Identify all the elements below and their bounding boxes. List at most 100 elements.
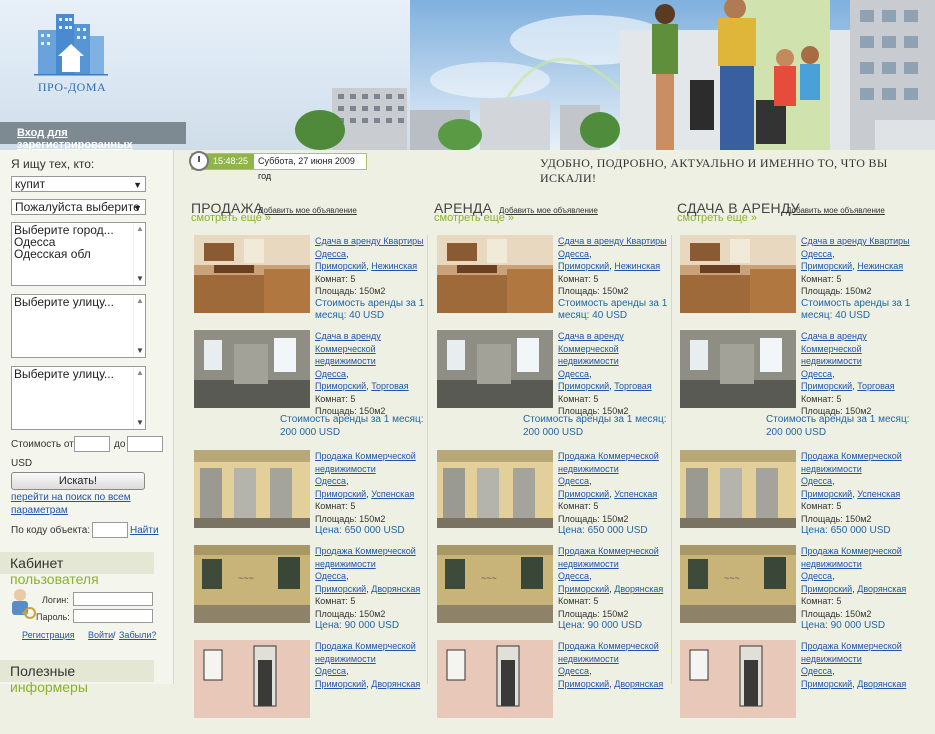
forgot-link[interactable]: Забыли? <box>119 630 156 640</box>
listing-district-link[interactable]: Приморский <box>558 381 609 391</box>
listing-street-link[interactable]: Успенская <box>614 489 657 499</box>
listing-photo[interactable] <box>437 330 553 408</box>
listing-city-link[interactable]: Одесса <box>558 476 589 486</box>
street-scrollbar-2[interactable]: ▲ ▼ <box>133 367 145 429</box>
object-code-input[interactable] <box>92 522 128 538</box>
login-link[interactable]: Войти <box>88 630 113 640</box>
listing-photo[interactable] <box>194 330 310 408</box>
listing-photo[interactable] <box>680 640 796 718</box>
listing-city-link[interactable]: Одесса <box>801 571 832 581</box>
see-more-link[interactable]: смотреть еще » <box>434 212 514 224</box>
listing-street-link[interactable]: Торговая <box>614 381 651 391</box>
listing-city-link[interactable]: Одесса <box>315 249 346 259</box>
search-button[interactable]: Искать! <box>11 472 145 490</box>
listing-photo[interactable] <box>680 330 796 408</box>
registered-login-link[interactable]: Вход для зарегистрированных <box>17 127 186 150</box>
listing-title-link[interactable]: Продажа Коммерческой недвижимости <box>558 640 676 665</box>
listing-city-link[interactable]: Одесса <box>558 369 589 379</box>
see-more-link[interactable]: смотреть еще » <box>191 212 271 224</box>
listing-street-link[interactable]: Дворянская <box>857 584 906 594</box>
add-listing-link[interactable]: Добавить мое объявление <box>786 206 885 215</box>
listing-street-link[interactable]: Дворянская <box>371 584 420 594</box>
listing-title-link[interactable]: Сдача в аренду Квартиры <box>558 235 676 248</box>
action-select[interactable]: купит ▼ <box>11 176 146 192</box>
listing-street-link[interactable]: Дворянская <box>614 584 663 594</box>
listing-district-link[interactable]: Приморский <box>801 489 852 499</box>
street-option[interactable]: Выберите улицу... <box>14 368 143 380</box>
street-listbox-2[interactable]: Выберите улицу... ▲ ▼ <box>11 366 146 430</box>
listing-photo[interactable] <box>437 235 553 313</box>
login-input[interactable] <box>73 592 153 606</box>
city-listbox[interactable]: Выберите город... Одесса Одесская обл ▲ ▼ <box>11 222 146 286</box>
listing-photo[interactable] <box>194 640 310 718</box>
listing-district-link[interactable]: Приморский <box>315 584 366 594</box>
all-params-link[interactable]: перейти на поиск по всем параметрам <box>11 491 151 517</box>
find-link[interactable]: Найти <box>130 525 159 536</box>
listing-district-link[interactable]: Приморский <box>801 261 852 271</box>
street-scrollbar-1[interactable]: ▲ ▼ <box>133 295 145 357</box>
listing-street-link[interactable]: Торговая <box>371 381 408 391</box>
listing-title-link[interactable]: Продажа Коммерческой недвижимости <box>315 545 433 570</box>
scroll-up-icon[interactable]: ▲ <box>136 223 144 235</box>
listing-photo[interactable] <box>680 450 796 528</box>
listing-title-link[interactable]: Сдача в аренду Квартиры <box>801 235 919 248</box>
scroll-down-icon[interactable]: ▼ <box>136 273 144 285</box>
see-more-link[interactable]: смотреть еще » <box>677 212 757 224</box>
type-select[interactable]: Пожалуйста выберите ▼ <box>11 199 146 215</box>
listing-street-link[interactable]: Нежинская <box>371 261 417 271</box>
password-input[interactable] <box>73 609 153 623</box>
listing-photo[interactable]: ~~~ <box>680 545 796 623</box>
listing-title-link[interactable]: Продажа Коммерческой недвижимости <box>315 450 433 475</box>
listing-street-link[interactable]: Нежинская <box>614 261 660 271</box>
listing-city-link[interactable]: Одесса <box>315 571 346 581</box>
listing-photo[interactable]: ~~~ <box>437 545 553 623</box>
listing-city-link[interactable]: Одесса <box>315 666 346 676</box>
city-option[interactable]: Одесская обл <box>14 248 143 260</box>
listing-city-link[interactable]: Одесса <box>801 249 832 259</box>
listing-title-link[interactable]: Сдача в аренду Коммерческой недвижимости <box>315 330 433 368</box>
listing-district-link[interactable]: Приморский <box>558 584 609 594</box>
scroll-down-icon[interactable]: ▼ <box>136 345 144 357</box>
listing-district-link[interactable]: Приморский <box>315 489 366 499</box>
listing-city-link[interactable]: Одесса <box>315 476 346 486</box>
listing-title-link[interactable]: Сдача в аренду Квартиры <box>315 235 433 248</box>
listing-title-link[interactable]: Сдача в аренду Коммерческой недвижимости <box>801 330 919 368</box>
listing-city-link[interactable]: Одесса <box>558 666 589 676</box>
listing-district-link[interactable]: Приморский <box>558 261 609 271</box>
listing-photo[interactable]: ~~~ <box>194 545 310 623</box>
listing-city-link[interactable]: Одесса <box>801 369 832 379</box>
listing-title-link[interactable]: Продажа Коммерческой недвижимости <box>801 450 919 475</box>
listing-photo[interactable] <box>194 235 310 313</box>
listing-photo[interactable] <box>680 235 796 313</box>
listing-title-link[interactable]: Продажа Коммерческой недвижимости <box>315 640 433 665</box>
street-listbox-1[interactable]: Выберите улицу... ▲ ▼ <box>11 294 146 358</box>
price-to-input[interactable] <box>127 436 163 452</box>
listing-city-link[interactable]: Одесса <box>801 476 832 486</box>
scroll-down-icon[interactable]: ▼ <box>136 417 144 429</box>
listing-street-link[interactable]: Успенская <box>857 489 900 499</box>
listing-city-link[interactable]: Одесса <box>558 249 589 259</box>
price-from-input[interactable] <box>74 436 110 452</box>
listing-street-link[interactable]: Нежинская <box>857 261 903 271</box>
listing-title-link[interactable]: Продажа Коммерческой недвижимости <box>558 545 676 570</box>
listing-photo[interactable] <box>194 450 310 528</box>
listing-title-link[interactable]: Продажа Коммерческой недвижимости <box>558 450 676 475</box>
listing-street-link[interactable]: Торговая <box>857 381 894 391</box>
listing-district-link[interactable]: Приморский <box>558 489 609 499</box>
listing-title-link[interactable]: Продажа Коммерческой недвижимости <box>801 545 919 570</box>
listing-photo[interactable] <box>437 450 553 528</box>
listing-photo[interactable] <box>437 640 553 718</box>
listing-district-link[interactable]: Приморский <box>315 381 366 391</box>
listing-district-link[interactable]: Приморский <box>801 381 852 391</box>
scroll-up-icon[interactable]: ▲ <box>136 295 144 307</box>
add-listing-link[interactable]: Добавить мое объявление <box>258 206 357 215</box>
listing-city-link[interactable]: Одесса <box>315 369 346 379</box>
street-option[interactable]: Выберите улицу... <box>14 296 143 308</box>
listing-city-link[interactable]: Одесса <box>801 666 832 676</box>
city-scrollbar[interactable]: ▲ ▼ <box>133 223 145 285</box>
listing-district-link[interactable]: Приморский <box>801 584 852 594</box>
scroll-up-icon[interactable]: ▲ <box>136 367 144 379</box>
listing-title-link[interactable]: Сдача в аренду Коммерческой недвижимости <box>558 330 676 368</box>
listing-street-link[interactable]: Успенская <box>371 489 414 499</box>
listing-city-link[interactable]: Одесса <box>558 571 589 581</box>
